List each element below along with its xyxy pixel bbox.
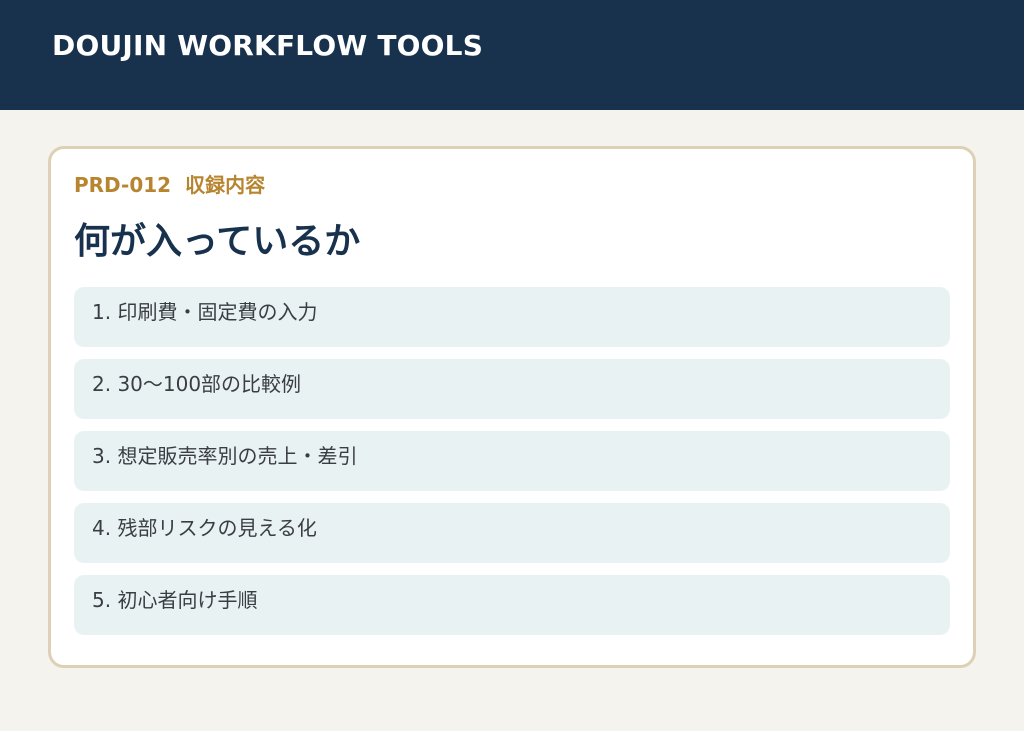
- contents-list: 1. 印刷費・固定費の入力 2. 30〜100部の比較例 3. 想定販売率別の売…: [74, 287, 950, 635]
- list-item: 1. 印刷費・固定費の入力: [74, 287, 950, 347]
- site-title: DOUJIN WORKFLOW TOOLS: [52, 29, 484, 62]
- list-item: 4. 残部リスクの見える化: [74, 503, 950, 563]
- page-heading: 何が入っているか: [74, 221, 361, 262]
- list-item: 5. 初心者向け手順: [74, 575, 950, 635]
- section-label: 収録内容: [185, 173, 266, 197]
- product-code: PRD-012: [74, 173, 172, 197]
- top-banner: DOUJIN WORKFLOW TOOLS: [0, 0, 1024, 110]
- product-code-line: PRD-012 収録内容: [74, 171, 950, 199]
- list-item: 2. 30〜100部の比較例: [74, 359, 950, 419]
- list-item: 3. 想定販売率別の売上・差引: [74, 431, 950, 491]
- contents-card: PRD-012 収録内容 何が入っているか 1. 印刷費・固定費の入力 2. 30…: [48, 146, 976, 668]
